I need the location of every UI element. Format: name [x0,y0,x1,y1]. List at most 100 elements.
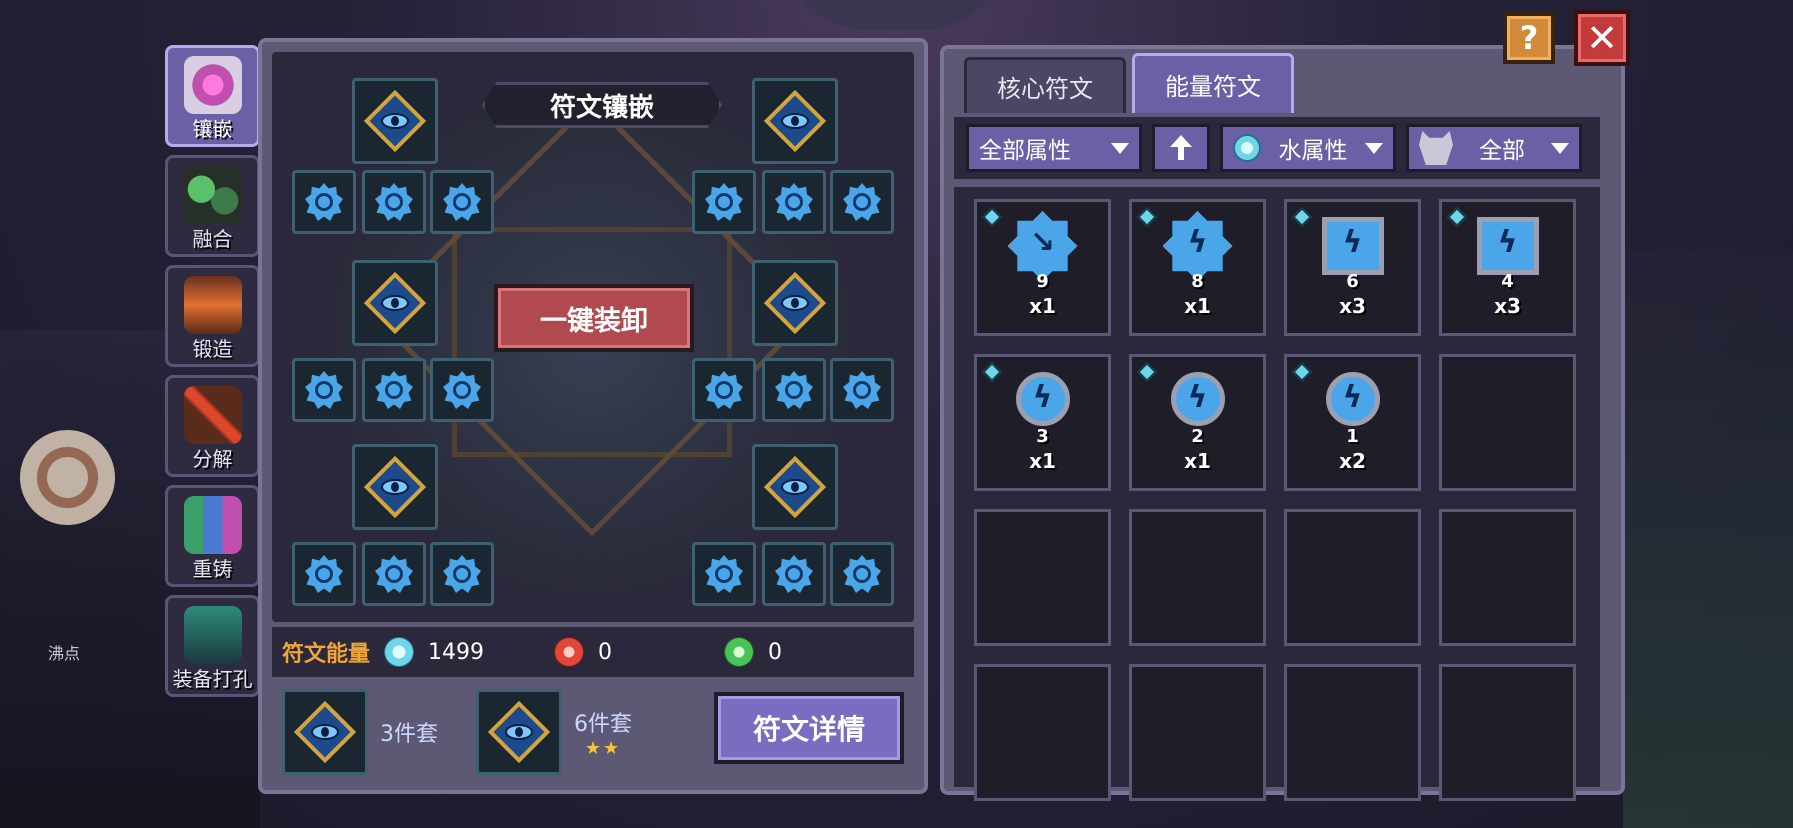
empty-rune-cell[interactable] [974,509,1111,646]
rune-quantity: x1 [1029,449,1056,473]
energy-rune-slot[interactable] [692,542,756,606]
one-click-unequip-button[interactable]: 一键装卸 [494,284,694,352]
energy-rune-slot[interactable] [762,358,826,422]
water-rune-icon [371,367,417,413]
side-tab-decompose[interactable]: 分解 [165,375,260,477]
background-scenery [1623,250,1793,828]
rune-level: 6 [1346,271,1359,292]
rune-glyph: ↘ [1029,225,1056,260]
energy-rune-slot[interactable] [430,358,494,422]
rune-glyph: ϟ [1342,380,1363,415]
rune-level: 4 [1501,271,1514,292]
rune-item-cell[interactable]: ↘ 9 x1 [974,199,1111,336]
water-energy-value: 1499 [428,639,485,665]
side-tab-label: 锻造 [192,337,233,361]
wind-energy-value: 0 [768,639,783,665]
water-energy: 1499 [384,637,554,667]
side-tab-label: 融合 [192,227,233,251]
help-button[interactable]: ? [1503,12,1555,64]
eye-rune-icon [763,455,827,519]
water-rune-icon [701,551,747,597]
water-rune-icon [301,551,347,597]
rune-quantity: x2 [1339,449,1366,473]
energy-rune-slot[interactable] [292,542,356,606]
core-rune-slot[interactable] [352,78,438,164]
energy-rune-slot[interactable] [692,170,756,234]
rune-quantity: x1 [1184,449,1211,473]
rune-item-cell[interactable]: ϟ 3 x1 [974,354,1111,491]
rune-item-cell[interactable]: ϟ 2 x1 [1129,354,1266,491]
energy-rune-slot[interactable] [830,542,894,606]
side-tab-forge[interactable]: 锻造 [165,265,260,367]
attribute-filter-dropdown[interactable]: 全部属性 [966,124,1142,172]
rune-glyph: ϟ [1497,225,1518,260]
water-attribute-icon [1137,207,1157,227]
side-tab-inlay[interactable]: 镶嵌 [165,45,260,147]
element-filter-dropdown[interactable]: 水属性 [1220,124,1396,172]
energy-rune-slot[interactable] [430,542,494,606]
monster-filter-dropdown[interactable]: 全部 [1406,124,1582,172]
close-button[interactable]: ✕ [1574,10,1630,66]
energy-rune-slot[interactable] [292,170,356,234]
water-rune-icon [371,179,417,225]
energy-rune-slot[interactable] [292,358,356,422]
rune-glyph: ϟ [1187,380,1208,415]
empty-rune-cell[interactable] [1439,664,1576,801]
panel-title: 符文镶嵌 [482,82,722,128]
forge-icon [183,276,242,334]
rune-inlay-panel: 符文镶嵌 一键装卸 符文能量 1499 0 0 3件套 6件套 ★★ 符文详情 [258,38,928,794]
rune-item-cell[interactable]: ϟ 1 x2 [1284,354,1421,491]
eye-rune-icon [487,700,551,764]
side-tab-punch[interactable]: 装备打孔 [165,595,260,697]
decompose-icon [183,386,242,444]
water-rune-icon [439,179,485,225]
energy-rune-slot[interactable] [830,358,894,422]
water-rune-icon [371,551,417,597]
side-tab-fusion[interactable]: 融合 [165,155,260,257]
core-rune-slot[interactable] [752,78,838,164]
tab-energy-rune[interactable]: 能量符文 [1132,53,1294,113]
empty-rune-cell[interactable] [1439,509,1576,646]
energy-rune-slot[interactable] [362,542,426,606]
rune-item-cell[interactable]: ϟ 4 x3 [1439,199,1576,336]
fire-energy-icon [554,637,585,667]
core-rune-slot[interactable] [752,260,838,346]
set-6-label: 6件套 [574,711,632,737]
energy-rune-slot[interactable] [362,358,426,422]
monster-filter-label: 全部 [1479,138,1525,164]
side-tab-recast[interactable]: 重铸 [165,485,260,587]
empty-rune-cell[interactable] [974,664,1111,801]
rune-item-cell[interactable]: ϟ 6 x3 [1284,199,1421,336]
water-rune-icon [439,367,485,413]
energy-rune-slot[interactable] [692,358,756,422]
empty-rune-cell[interactable] [1129,664,1266,801]
eye-rune-icon [363,455,427,519]
set-3-icon[interactable] [282,689,368,775]
empty-rune-cell[interactable] [1284,509,1421,646]
eye-rune-icon [763,271,827,335]
sort-button[interactable] [1152,124,1210,172]
set-6-icon[interactable] [476,689,562,775]
set-6-info: 6件套 ★★ [574,706,632,759]
energy-rune-slot[interactable] [430,170,494,234]
eye-rune-icon [763,89,827,153]
empty-rune-cell[interactable] [1439,354,1576,491]
empty-rune-cell[interactable] [1129,509,1266,646]
rune-level: 1 [1346,426,1359,447]
rune-detail-button[interactable]: 符文详情 [714,692,904,764]
core-rune-slot[interactable] [752,444,838,530]
side-tab-label: 分解 [192,447,233,471]
energy-rune-slot[interactable] [762,170,826,234]
tab-core-rune[interactable]: 核心符文 [964,57,1126,113]
core-rune-slot[interactable] [352,444,438,530]
energy-rune-slot[interactable] [830,170,894,234]
rune-item-cell[interactable]: ϟ 8 x1 [1129,199,1266,336]
energy-rune-slot[interactable] [762,542,826,606]
water-rune-icon [701,179,747,225]
energy-rune-slot[interactable] [362,170,426,234]
water-attribute-icon [1292,362,1312,382]
empty-rune-cell[interactable] [1284,664,1421,801]
rune-energy-bar: 符文能量 1499 0 0 [272,627,914,677]
side-tab-label: 重铸 [192,557,233,581]
core-rune-slot[interactable] [352,260,438,346]
